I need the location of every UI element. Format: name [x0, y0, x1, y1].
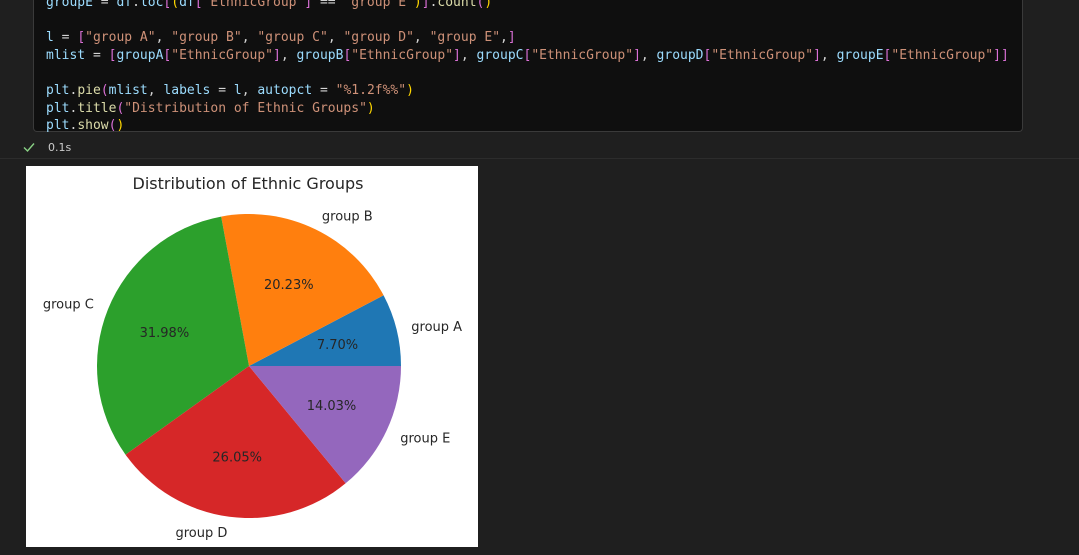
pie-percent-label: 26.05%: [212, 450, 262, 465]
pie-percent-label: 20.23%: [264, 278, 314, 293]
pie-label: group C: [43, 298, 94, 313]
execution-duration: 0.1s: [48, 140, 72, 154]
code-line: plt.pie(mlist, labels = l, autopct = "%1…: [46, 82, 414, 98]
pie-chart: Distribution of Ethnic Groups group A gro…: [43, 174, 462, 541]
pie-label: group A: [411, 320, 462, 335]
pie-label: group D: [175, 526, 227, 541]
code-line: plt.show(): [46, 118, 125, 134]
chart-title: Distribution of Ethnic Groups: [133, 174, 364, 193]
cell-output-figure: Distribution of Ethnic Groups group A gro…: [26, 166, 478, 547]
execution-status: 0.1s: [22, 138, 71, 156]
pie-percent-label: 31.98%: [140, 326, 190, 341]
pie-label: group E: [400, 431, 450, 446]
pie-label: group B: [322, 210, 373, 225]
code-line: l = ["group A", "group B", "group C", "g…: [46, 30, 516, 46]
check-icon: [22, 140, 36, 154]
pie-percent-label: 14.03%: [307, 399, 357, 414]
code-editor[interactable]: groupE = df.loc[(df["EthnicGroup"] == "g…: [46, 0, 1009, 135]
code-line: groupE = df.loc[(df["EthnicGroup"] == "g…: [46, 0, 493, 10]
cell-divider: [0, 158, 1079, 159]
pie-percent-label: 7.70%: [317, 338, 358, 353]
code-line: plt.title("Distribution of Ethnic Groups…: [46, 100, 375, 116]
code-cell[interactable]: groupE = df.loc[(df["EthnicGroup"] == "g…: [33, 0, 1023, 135]
code-line: mlist = [groupA["EthnicGroup"], groupB["…: [46, 47, 1009, 63]
